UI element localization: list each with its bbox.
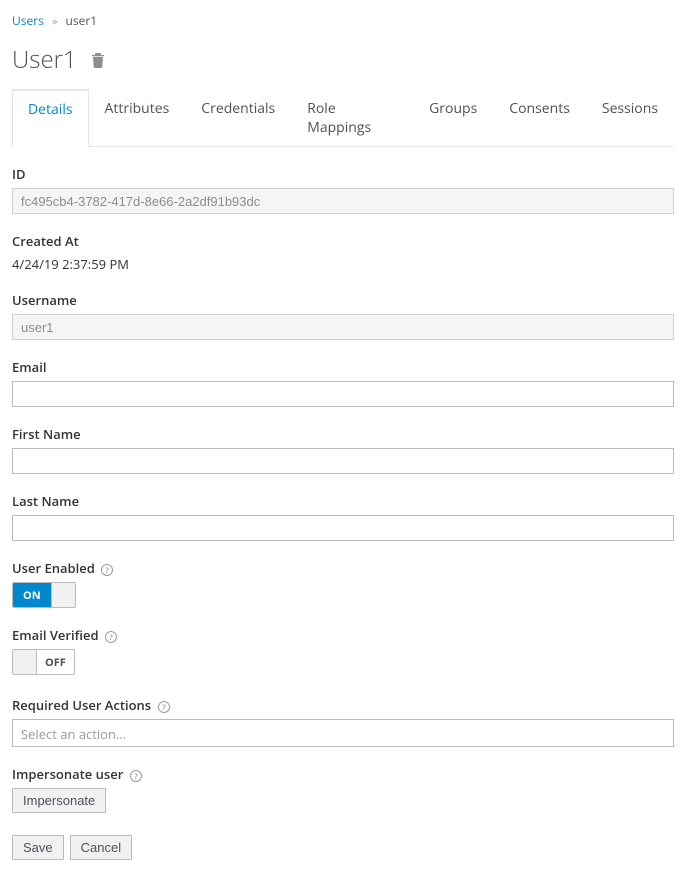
input-email[interactable]	[12, 381, 674, 407]
tabs: Details Attributes Credentials Role Mapp…	[12, 88, 674, 147]
label-text-required-actions: Required User Actions	[12, 696, 151, 714]
label-email: Email	[12, 358, 674, 376]
tab-details[interactable]: Details	[12, 89, 89, 147]
label-user-enabled: User Enabled ?	[12, 559, 674, 577]
label-impersonate: Impersonate user ?	[12, 765, 674, 783]
label-id: ID	[12, 165, 674, 183]
save-button[interactable]: Save	[12, 835, 64, 860]
label-created-at: Created At	[12, 232, 674, 250]
label-username: Username	[12, 291, 674, 309]
label-last-name: Last Name	[12, 492, 674, 510]
field-email-verified: Email Verified ? OFF	[12, 626, 674, 678]
label-text-user-enabled: User Enabled	[12, 559, 95, 577]
tab-role-mappings[interactable]: Role Mappings	[291, 89, 413, 147]
breadcrumb-current: user1	[66, 12, 98, 29]
help-icon[interactable]: ?	[130, 770, 142, 782]
svg-text:?: ?	[134, 772, 138, 781]
tab-groups[interactable]: Groups	[413, 89, 493, 147]
breadcrumb-separator: »	[52, 14, 57, 29]
impersonate-button[interactable]: Impersonate	[12, 788, 106, 813]
toggle-off-label: OFF	[37, 650, 74, 674]
input-last-name[interactable]	[12, 515, 674, 541]
delete-user-icon[interactable]	[91, 52, 105, 68]
cancel-button[interactable]: Cancel	[70, 835, 132, 860]
svg-text:?: ?	[105, 566, 109, 575]
breadcrumb: Users » user1	[12, 12, 674, 29]
toggle-handle	[51, 583, 75, 607]
breadcrumb-users-link[interactable]: Users	[12, 12, 44, 29]
field-id: ID	[12, 165, 674, 214]
field-required-actions: Required User Actions ? Select an action…	[12, 696, 674, 747]
help-icon[interactable]: ?	[105, 631, 117, 643]
input-id	[12, 188, 674, 214]
field-last-name: Last Name	[12, 492, 674, 541]
input-username	[12, 314, 674, 340]
page-title: User1	[12, 43, 77, 76]
tab-consents[interactable]: Consents	[493, 89, 586, 147]
toggle-email-verified[interactable]: OFF	[12, 649, 75, 675]
user-form: ID Created At 4/24/19 2:37:59 PM Usernam…	[12, 165, 674, 860]
svg-text:?: ?	[109, 633, 113, 642]
field-email: Email	[12, 358, 674, 407]
page-header: User1	[12, 43, 674, 76]
label-text-email-verified: Email Verified	[12, 626, 99, 644]
help-icon[interactable]: ?	[101, 564, 113, 576]
field-impersonate: Impersonate user ? Impersonate	[12, 765, 674, 813]
help-icon[interactable]: ?	[158, 701, 170, 713]
field-created-at: Created At 4/24/19 2:37:59 PM	[12, 232, 674, 273]
label-email-verified: Email Verified ?	[12, 626, 674, 644]
input-first-name[interactable]	[12, 448, 674, 474]
field-user-enabled: User Enabled ? ON	[12, 559, 674, 608]
select-required-actions[interactable]: Select an action...	[12, 719, 674, 747]
field-username: Username	[12, 291, 674, 340]
field-first-name: First Name	[12, 425, 674, 474]
label-text-impersonate: Impersonate user	[12, 765, 123, 783]
tab-attributes[interactable]: Attributes	[89, 89, 186, 147]
label-first-name: First Name	[12, 425, 674, 443]
value-created-at: 4/24/19 2:37:59 PM	[12, 255, 674, 273]
svg-text:?: ?	[162, 703, 166, 712]
toggle-on-label: ON	[13, 583, 51, 607]
toggle-user-enabled[interactable]: ON	[12, 582, 76, 608]
tab-credentials[interactable]: Credentials	[185, 89, 291, 147]
footer-buttons: Save Cancel	[12, 835, 674, 860]
toggle-handle	[13, 650, 37, 674]
tab-sessions[interactable]: Sessions	[586, 89, 674, 147]
label-required-actions: Required User Actions ?	[12, 696, 674, 714]
